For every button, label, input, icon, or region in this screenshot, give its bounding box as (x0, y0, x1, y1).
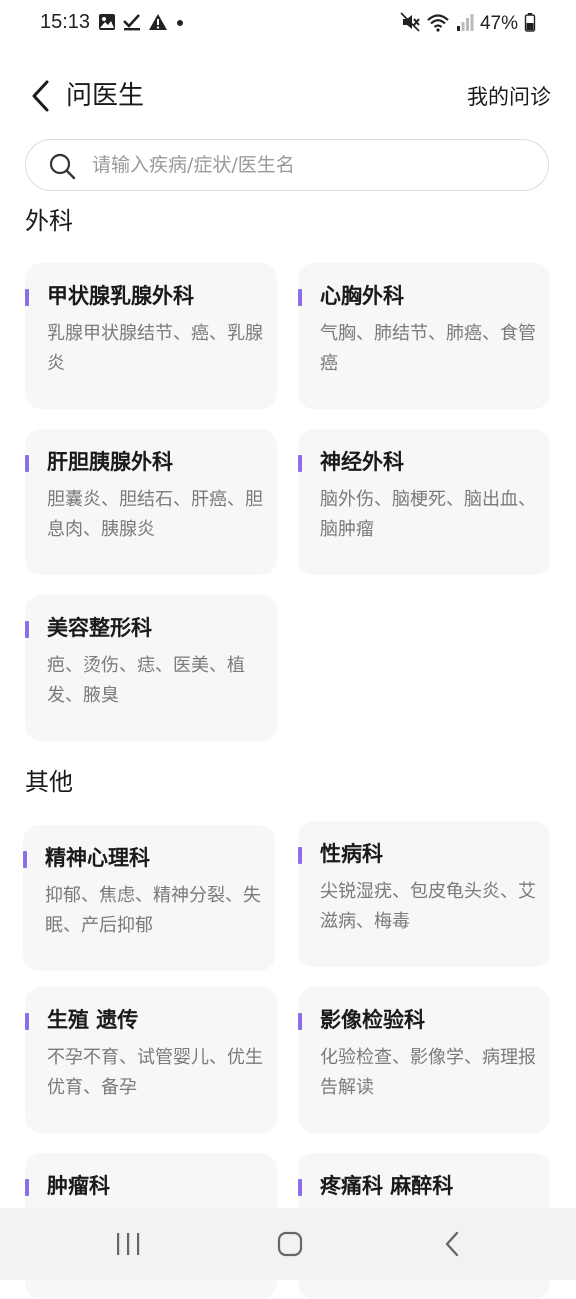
accent-bar (25, 621, 29, 638)
department-card[interactable]: 甲状腺乳腺外科 乳腺甲状腺结节、癌、乳腺炎 (25, 263, 277, 409)
accent-bar (298, 1013, 302, 1030)
search-bar[interactable] (25, 139, 549, 191)
accent-bar (298, 1179, 302, 1196)
department-card[interactable]: 生殖 遗传 不孕不育、试管婴儿、优生优育、备孕 (25, 987, 277, 1133)
department-name: 心胸外科 (320, 284, 404, 308)
page-title: 问医生 (66, 81, 145, 111)
chevron-left-icon (32, 80, 49, 112)
accent-bar (25, 289, 29, 306)
department-card[interactable]: 影像检验科 化验检查、影像学、病理报告解读 (298, 987, 550, 1133)
home-icon (277, 1231, 303, 1257)
department-description: 乳腺甲状腺结节、癌、乳腺炎 (47, 323, 263, 374)
department-name: 肿瘤科 (47, 1174, 110, 1198)
department-description: 不孕不育、试管婴儿、优生优育、备孕 (47, 1047, 263, 1098)
signal-icon (456, 12, 474, 36)
status-time: 15:13 (40, 11, 91, 33)
search-input[interactable] (92, 146, 522, 184)
accent-bar (25, 1013, 29, 1030)
section-title-surgery: 外科 (25, 207, 73, 235)
accent-bar (25, 455, 29, 472)
dot-icon (174, 13, 186, 35)
mute-icon (400, 12, 420, 36)
accent-bar (23, 851, 27, 868)
department-description: 抑郁、焦虑、精神分裂、失眠、产后抑郁 (45, 885, 261, 936)
department-card[interactable]: 心胸外科 气胸、肺结节、肺癌、食管癌 (298, 263, 550, 409)
department-card[interactable]: 神经外科 脑外伤、脑梗死、脑出血、脑肿瘤 (298, 429, 550, 575)
back-button[interactable] (22, 76, 58, 116)
system-back-button[interactable] (432, 1226, 472, 1262)
check-icon (122, 13, 142, 35)
back-icon (445, 1231, 459, 1257)
department-name: 疼痛科 麻醉科 (320, 1174, 454, 1198)
department-name: 性病科 (320, 842, 383, 866)
recents-button[interactable] (108, 1226, 148, 1262)
department-description: 气胸、肺结节、肺癌、食管癌 (320, 323, 536, 374)
department-card[interactable]: 肝胆胰腺外科 胆囊炎、胆结石、肝癌、胆息肉、胰腺炎 (25, 429, 277, 575)
accent-bar (298, 289, 302, 306)
department-description: 疤、烫伤、痣、医美、植发、腋臭 (47, 655, 245, 706)
department-card[interactable]: 精神心理科 抑郁、焦虑、精神分裂、失眠、产后抑郁 (23, 825, 275, 971)
accent-bar (298, 847, 302, 864)
department-description: 脑外伤、脑梗死、脑出血、脑肿瘤 (320, 489, 536, 540)
department-description: 化验检查、影像学、病理报告解读 (320, 1047, 536, 1098)
department-name: 精神心理科 (45, 846, 150, 870)
department-name: 美容整形科 (47, 616, 152, 640)
system-navigation-bar (0, 1208, 576, 1280)
warning-icon (148, 13, 168, 35)
department-name: 生殖 遗传 (47, 1008, 139, 1032)
battery-percent: 47% (479, 13, 518, 34)
status-right-icons: 47% (400, 12, 536, 36)
gallery-icon (98, 13, 116, 35)
accent-bar (298, 455, 302, 472)
department-description: 尖锐湿疣、包皮龟头炎、艾滋病、梅毒 (320, 881, 536, 932)
department-name: 肝胆胰腺外科 (47, 450, 173, 474)
my-consultations-link[interactable]: 我的问诊 (467, 82, 551, 112)
department-name: 影像检验科 (320, 1008, 425, 1032)
department-name: 甲状腺乳腺外科 (47, 284, 194, 308)
accent-bar (25, 1179, 29, 1196)
top-app-bar: 问医生 我的问诊 (0, 68, 576, 124)
home-button[interactable] (270, 1226, 310, 1262)
department-name: 神经外科 (320, 450, 404, 474)
wifi-icon (426, 12, 450, 36)
department-card[interactable]: 性病科 尖锐湿疣、包皮龟头炎、艾滋病、梅毒 (298, 821, 550, 967)
status-bar: 15:13 47% (0, 0, 576, 48)
search-icon (49, 153, 76, 180)
status-left-icons (98, 13, 186, 35)
recents-icon (117, 1233, 140, 1255)
department-description: 胆囊炎、胆结石、肝癌、胆息肉、胰腺炎 (47, 489, 263, 540)
battery-icon (524, 12, 536, 36)
department-card[interactable]: 美容整形科 疤、烫伤、痣、医美、植发、腋臭 (25, 595, 277, 741)
section-title-other: 其他 (25, 768, 73, 796)
